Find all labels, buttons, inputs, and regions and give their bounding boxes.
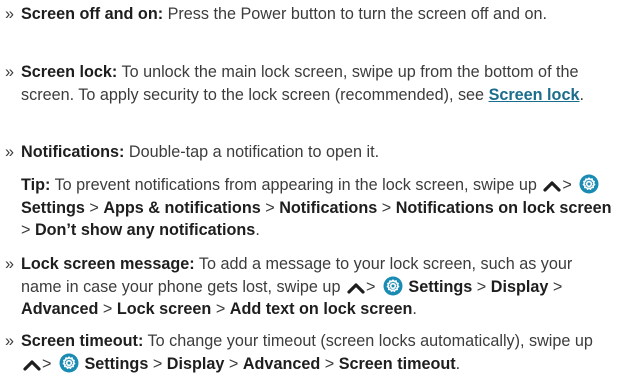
list-item-notifications: » Notifications: Double-tap a notificati… xyxy=(0,141,614,164)
item-text-end: . xyxy=(579,85,584,104)
tip-end: . xyxy=(255,221,260,240)
gt-separator: > xyxy=(21,221,31,240)
list-item-screen-off-on: » Screen off and on: Press the Power but… xyxy=(0,3,614,26)
list-item-text: Screen lock: To unlock the main lock scr… xyxy=(21,61,614,106)
item-text: Double-tap a notification to open it. xyxy=(124,143,380,161)
gt-separator: > xyxy=(552,277,563,296)
list-item-screen-lock: » Screen lock: To unlock the main lock s… xyxy=(0,61,614,106)
caret-up-icon xyxy=(543,181,561,192)
caret-up-icon xyxy=(347,282,365,294)
settings-label: Settings xyxy=(84,354,149,373)
item-end: . xyxy=(455,354,461,373)
path-step: Advanced xyxy=(242,354,321,373)
item-label: Screen timeout: xyxy=(21,332,144,350)
screen-lock-link[interactable]: Screen lock xyxy=(489,86,580,104)
list-item-lock-screen-message: » Lock screen message: To add a message … xyxy=(0,253,614,321)
item-label: Lock screen message: xyxy=(21,255,195,273)
list-item-text: Screen timeout: To change your timeout (… xyxy=(21,330,614,375)
gt-separator: > xyxy=(89,198,99,217)
gt-separator: > xyxy=(365,277,376,296)
item-text: Press the Power button to turn the scree… xyxy=(163,5,548,23)
tip-text: To prevent notifications from appearing … xyxy=(50,176,537,194)
settings-label: Settings xyxy=(408,277,473,296)
list-item-text: Lock screen message: To add a message to… xyxy=(21,253,614,321)
path-step: Notifications on lock screen xyxy=(395,198,612,217)
gt-separator: > xyxy=(102,300,113,319)
bullet-marker: » xyxy=(5,143,15,161)
gt-separator: > xyxy=(42,354,52,373)
gt-separator: > xyxy=(152,354,163,373)
bullet-marker: » xyxy=(5,5,15,23)
item-label: Screen lock: xyxy=(21,63,118,81)
gt-separator: > xyxy=(215,300,226,319)
path-step: Advanced xyxy=(21,300,99,319)
gt-separator: > xyxy=(228,354,239,373)
settings-gear-icon xyxy=(59,353,79,373)
gt-separator: > xyxy=(476,277,487,296)
gt-separator: > xyxy=(265,198,275,217)
list-item-text: Screen off and on: Press the Power butto… xyxy=(21,3,614,26)
path-step: Notifications xyxy=(279,198,378,217)
bullet-marker: » xyxy=(5,332,15,350)
tip-label: Tip: xyxy=(21,176,51,194)
gt-separator: > xyxy=(562,176,572,194)
path-step: Don’t show any notifications xyxy=(34,221,256,240)
list-item-text: Notifications: Double-tap a notification… xyxy=(21,141,614,164)
settings-gear-icon xyxy=(579,174,599,194)
path-step: Screen timeout xyxy=(338,354,456,373)
bullet-marker: » xyxy=(5,255,15,273)
settings-gear-icon xyxy=(383,276,403,296)
item-text: To change your timeout (screen locks aut… xyxy=(143,332,593,350)
path-step: Display xyxy=(490,277,549,296)
gt-separator: > xyxy=(324,354,335,373)
list-item-screen-timeout: » Screen timeout: To change your timeout… xyxy=(0,330,614,375)
gt-separator: > xyxy=(381,198,392,217)
settings-label: Settings xyxy=(21,198,85,217)
item-end: . xyxy=(412,300,417,319)
item-label: Notifications: xyxy=(21,143,125,161)
path-step: Add text on lock screen xyxy=(229,300,413,319)
path-step: Display xyxy=(166,354,225,373)
tip-block: Tip: To prevent notifications from appea… xyxy=(21,174,613,242)
caret-up-icon xyxy=(23,359,41,371)
bullet-marker: » xyxy=(5,63,15,81)
path-step: Lock screen xyxy=(116,300,212,319)
path-step: Apps & notifications xyxy=(103,198,261,217)
item-label: Screen off and on: xyxy=(21,5,164,23)
help-page: » Screen off and on: Press the Power but… xyxy=(0,0,619,374)
